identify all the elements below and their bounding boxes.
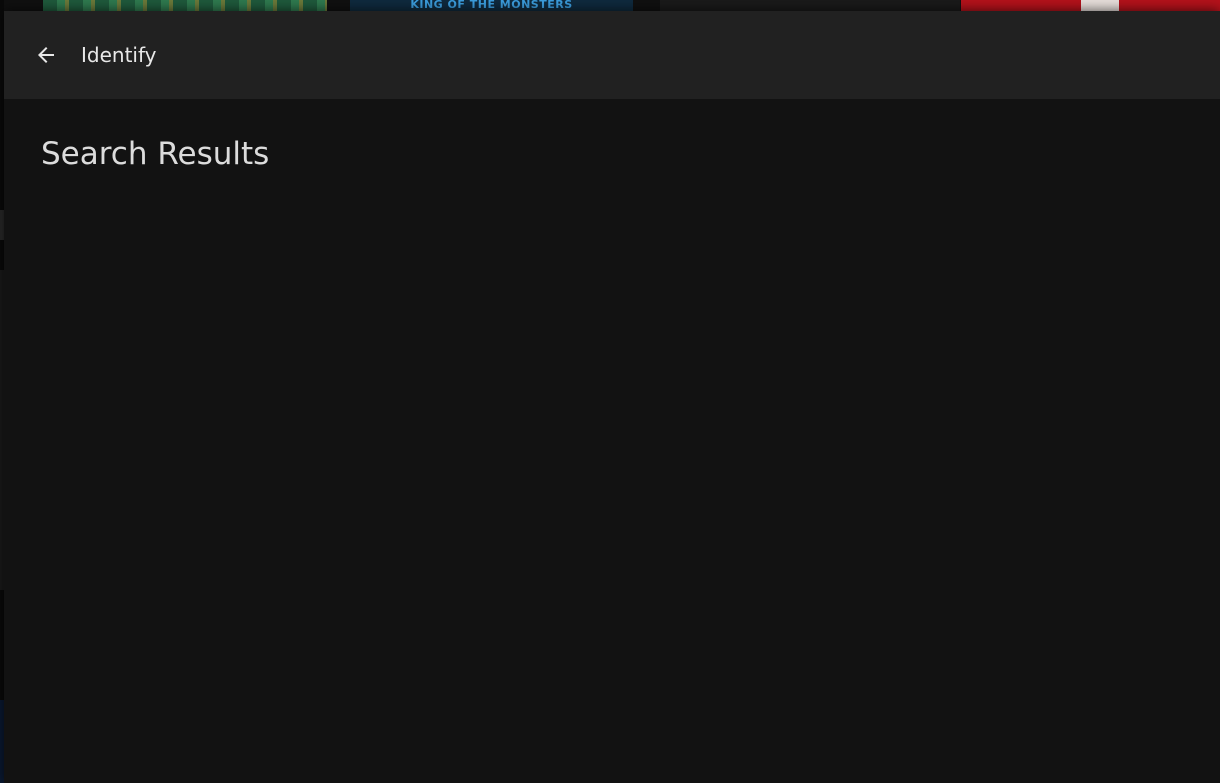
back-button[interactable] (30, 39, 62, 71)
search-results-heading: Search Results (41, 136, 270, 172)
dialog-header: Identify (4, 11, 1220, 99)
identify-dialog: Identify Search Results (4, 11, 1220, 783)
poster-title: KING OF THE MONSTERS (410, 0, 573, 11)
dialog-title: Identify (81, 43, 157, 67)
search-results-list (41, 194, 1181, 754)
dialog-content: Search Results (4, 99, 1220, 783)
arrow-left-icon (38, 47, 54, 63)
